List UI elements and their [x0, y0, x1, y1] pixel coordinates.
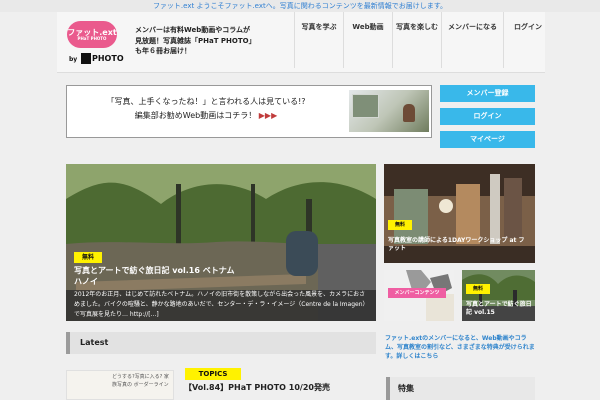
site-logo-subtext: PHaT PHOTO — [77, 36, 107, 41]
free-badge: 無料 — [466, 284, 490, 294]
nav-web-video[interactable]: Web動画 — [343, 12, 392, 68]
banner-person-illustration — [403, 104, 415, 122]
login-button[interactable]: ログイン — [440, 108, 535, 125]
top-announcement-bar: ファット.ext ようこそファット.extへ。写真に関わるコンテンツを最新情報で… — [0, 0, 600, 12]
video-banner[interactable]: 「写真、上手くなったね！」と言われる人は見ている!? 編集部お勧めWeb動画はコ… — [66, 85, 432, 138]
site-header: ファット.ext PHaT PHOTO by PHOTO メンバーは有料Web動… — [57, 12, 545, 73]
banner-text: 「写真、上手くなったね！」と言われる人は見ている!? 編集部お勧めWeb動画はコ… — [71, 95, 341, 123]
banner-arrows: ▶▶▶ — [258, 111, 278, 120]
banner-line-1: 「写真、上手くなったね！」と言われる人は見ている!? — [106, 97, 306, 106]
sidebar-section-header: 特集 — [386, 377, 535, 400]
site-logo[interactable]: ファット.ext PHaT PHOTO — [67, 21, 117, 48]
by-label: by — [69, 56, 78, 63]
article-card-small-title: 写真とアートで紡ぐ旅日記 vol.15 — [466, 301, 532, 316]
article-thumbnail[interactable]: どうする?写真に入る? 家族写真の ボーダーライン — [66, 370, 174, 400]
featured-article-card[interactable]: 無料 写真とアートで紡ぐ旅日記 vol.16 ベトナム ハノイ 2012年のお正… — [66, 164, 376, 321]
nav-enjoy[interactable]: 写真を楽しむ — [392, 12, 441, 68]
mypage-button[interactable]: マイページ — [440, 131, 535, 148]
member-content-badge: メンバーコンテンツ — [388, 288, 446, 298]
nav-learn[interactable]: 写真を学ぶ — [294, 12, 343, 68]
photo-mark-icon — [81, 53, 91, 64]
featured-excerpt: 2012年のお正月、はじめて訪れたベトナム。ハノイの旧市街を散策しながら出会った… — [74, 291, 366, 318]
banner-line-2: 編集部お勧めWeb動画はコチラ！ ▶▶▶ — [134, 111, 278, 120]
site-tagline: メンバーは有料Web動画やコラムが見放題！写真雑誌「PHaT PHOTO」も年６… — [135, 26, 253, 55]
free-badge: 無料 — [74, 252, 102, 263]
article-thumbnail-headline: どうする?写真に入る? 家族写真の ボーダーライン — [112, 374, 169, 388]
member-info-link[interactable]: ファット.extのメンバーになると、Web動画やコラム、写真教室の割引など、さま… — [385, 334, 535, 361]
banner-screen-illustration — [352, 94, 379, 118]
article-card-top-title: 写真教室の講師による1DAYワークショップ at ファット — [388, 237, 525, 252]
article-card-member[interactable]: メンバーコンテンツ — [384, 270, 454, 321]
article-card-top[interactable]: 無料 写真教室の講師による1DAYワークショップ at ファット — [384, 164, 535, 263]
main-nav: 写真を学ぶ Web動画 写真を楽しむ メンバーになる ログイン — [294, 12, 552, 68]
top-announcement-link[interactable]: ファット.ext ようこそファット.extへ。写真に関わるコンテンツを最新情報で… — [0, 0, 600, 12]
member-signup-button[interactable]: メンバー登録 — [440, 85, 535, 102]
topics-badge: TOPICS — [185, 368, 241, 380]
article-card-small[interactable]: 無料 写真とアートで紡ぐ旅日記 vol.15 — [462, 270, 535, 321]
free-badge: 無料 — [388, 220, 412, 230]
nav-login[interactable]: ログイン — [503, 12, 552, 68]
banner-image — [349, 90, 429, 132]
latest-section-header: Latest — [66, 332, 376, 354]
nav-member[interactable]: メンバーになる — [441, 12, 503, 68]
photo-logo-text: PHOTO — [92, 54, 124, 63]
phat-photo-logo[interactable]: PHOTO — [81, 53, 125, 64]
article-title[interactable]: 【Vol.84】PHaT PHOTO 10/20発売 — [184, 382, 374, 393]
featured-title: 写真とアートで紡ぐ旅日記 vol.16 ベトナム ハノイ — [74, 266, 243, 286]
